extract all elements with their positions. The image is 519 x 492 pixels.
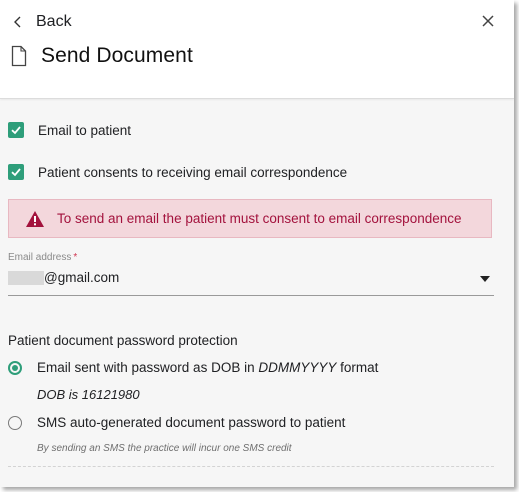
- sms-radio[interactable]: [8, 415, 22, 430]
- chevron-left-icon: [14, 16, 21, 28]
- consent-label: Patient consents to receiving email corr…: [38, 164, 348, 180]
- checkmark-icon: [11, 126, 21, 135]
- divider: [8, 466, 494, 467]
- send-document-dialog: Back Send Document Email to patient Pati…: [0, 0, 514, 487]
- email-field-label: Email address *: [8, 252, 77, 263]
- consent-checkbox[interactable]: [8, 164, 24, 180]
- warning-icon: [26, 210, 44, 227]
- dob-label-suffix: format: [336, 360, 379, 375]
- checkmark-icon: [11, 168, 21, 177]
- sms-credit-note: By sending an SMS the practice will incu…: [37, 443, 292, 454]
- consent-warning-alert: To send an email the patient must consen…: [8, 199, 492, 238]
- alert-message: To send an email the patient must consen…: [57, 211, 462, 226]
- dob-label-prefix: Email sent with password as DOB in: [37, 360, 259, 375]
- back-button[interactable]: Back: [10, 10, 72, 34]
- required-mark: *: [73, 252, 78, 263]
- dob-option-label: Email sent with password as DOB in DDMMY…: [37, 360, 378, 375]
- close-icon[interactable]: [480, 13, 496, 29]
- dialog-header: Back Send Document: [0, 0, 514, 99]
- caret-down-icon[interactable]: [480, 276, 490, 282]
- dob-radio[interactable]: [8, 360, 22, 375]
- back-label: Back: [36, 13, 72, 30]
- document-icon: [11, 45, 27, 67]
- password-sms-option[interactable]: SMS auto-generated document password to …: [8, 415, 345, 430]
- email-to-patient-label: Email to patient: [38, 122, 132, 138]
- sms-option-label: SMS auto-generated document password to …: [37, 415, 346, 430]
- dob-format: DDMMYYYY: [258, 360, 337, 375]
- consent-option[interactable]: Patient consents to receiving email corr…: [8, 164, 347, 180]
- page-title: Send Document: [41, 44, 193, 67]
- title-row: Send Document: [11, 44, 193, 68]
- password-section-label: Patient document password protection: [8, 333, 238, 348]
- email-value: @gmail.com: [44, 270, 120, 285]
- email-to-patient-option[interactable]: Email to patient: [8, 122, 131, 138]
- dob-detail: DOB is 16121980: [37, 387, 140, 402]
- redacted-text: [8, 271, 44, 285]
- email-address-select[interactable]: @gmail.com: [8, 266, 494, 296]
- email-label-text: Email address: [8, 252, 72, 263]
- password-dob-option[interactable]: Email sent with password as DOB in DDMMY…: [8, 360, 378, 375]
- email-to-patient-checkbox[interactable]: [8, 122, 24, 138]
